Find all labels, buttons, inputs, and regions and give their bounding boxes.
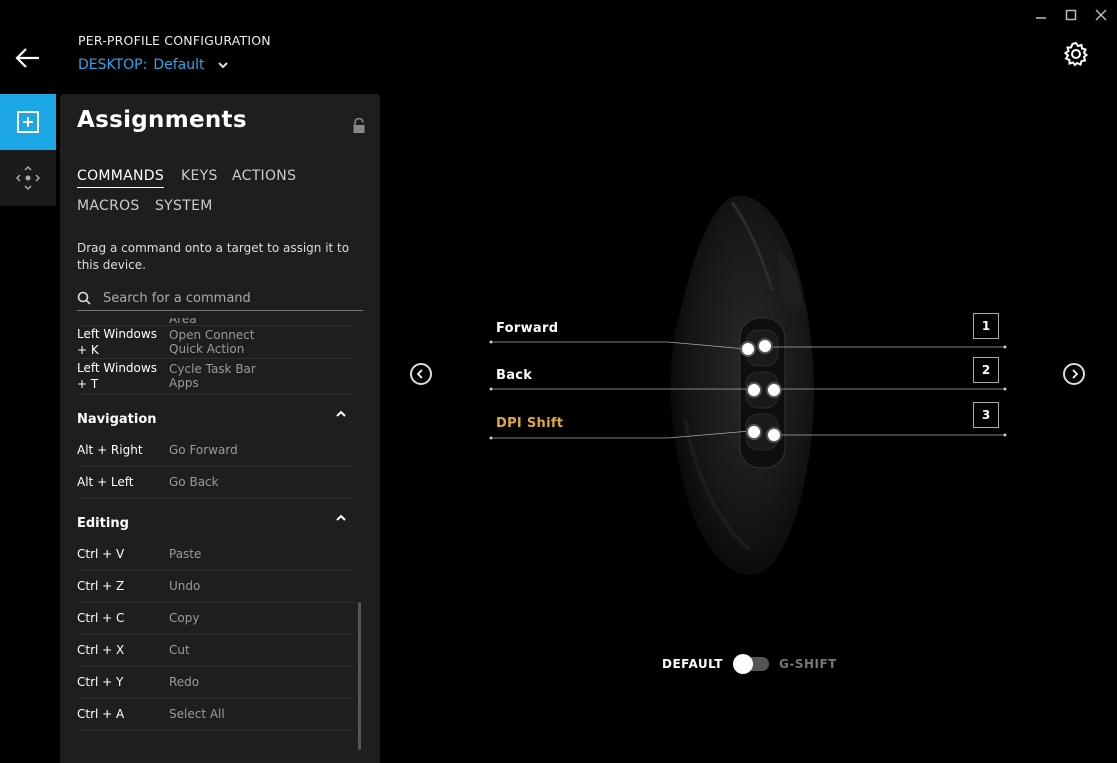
move-arrows-icon (15, 165, 41, 191)
chevron-up-icon (336, 410, 346, 417)
profile-selector[interactable]: DESKTOP: Default (78, 57, 229, 73)
left-rail (0, 94, 56, 206)
key-combo: Ctrl + C (77, 611, 125, 625)
assignments-tab-button[interactable] (0, 94, 56, 150)
tab-keys[interactable]: KEYS (181, 168, 218, 184)
button-number-1[interactable]: 1 (973, 313, 999, 339)
maximize-icon (1065, 9, 1077, 21)
gshift-toggle-group: DEFAULT G-SHIFT (662, 654, 837, 674)
button-label-dpi-shift[interactable]: DPI Shift (496, 416, 563, 431)
key-combo: Ctrl + Y (77, 675, 124, 689)
button-label-back[interactable]: Back (496, 368, 532, 383)
search-input[interactable] (101, 289, 355, 307)
list-item[interactable]: Ctrl + A Select All (77, 700, 353, 731)
list-item[interactable]: Ctrl + X Cut (77, 636, 353, 667)
panel-title: Assignments (77, 107, 247, 133)
list-item[interactable]: Ctrl + Z Undo (77, 572, 353, 603)
search-field[interactable] (77, 286, 363, 311)
toggle-label-gshift: G-SHIFT (779, 657, 837, 671)
close-button[interactable] (1092, 6, 1110, 24)
chevron-right-icon (1072, 369, 1079, 379)
back-button[interactable] (14, 44, 42, 72)
assignments-panel: Assignments COMMANDS KEYS ACTIONS MACROS… (60, 94, 380, 763)
list-item[interactable]: Ctrl + V Paste (77, 540, 353, 571)
key-combo: Left Windows + K (77, 327, 157, 357)
command-name: Select All (169, 707, 225, 721)
tab-macros[interactable]: MACROS (77, 198, 140, 214)
list-item[interactable]: Area (77, 318, 353, 326)
close-icon (1095, 9, 1107, 21)
list-item[interactable]: Alt + Left Go Back (77, 468, 353, 499)
maximize-button[interactable] (1062, 6, 1080, 24)
command-name: Redo (169, 675, 200, 689)
next-view-button[interactable] (1063, 363, 1085, 385)
minimize-icon (1036, 17, 1046, 19)
command-list: Area Left Windows + K Open Connect Quick… (60, 318, 380, 763)
add-square-icon (17, 111, 39, 133)
search-icon (77, 291, 91, 305)
section-navigation[interactable]: Navigation (77, 408, 353, 427)
command-name: Paste (169, 547, 202, 561)
button-hotspot-back[interactable] (746, 382, 762, 398)
section-title: Editing (77, 516, 129, 531)
list-item[interactable]: Ctrl + Y Redo (77, 668, 353, 699)
key-combo: Alt + Left (77, 475, 134, 489)
section-title: Navigation (77, 412, 157, 427)
chevron-down-icon (217, 62, 228, 69)
command-name: Undo (169, 579, 201, 593)
arrow-left-icon (15, 48, 39, 68)
gear-icon (1063, 41, 1089, 67)
command-name: Go Forward (169, 443, 238, 457)
page-title: PER-PROFILE CONFIGURATION (78, 33, 271, 48)
previous-view-button[interactable] (410, 363, 432, 385)
command-name: Cut (169, 643, 190, 657)
list-item[interactable]: Alt + Right Go Forward (77, 436, 353, 467)
button-label-forward[interactable]: Forward (496, 321, 558, 336)
button-hotspot-forward-2[interactable] (757, 338, 773, 354)
profile-label: DESKTOP: (78, 57, 148, 73)
lock-icon[interactable] (352, 118, 366, 134)
button-hotspot-dpi[interactable] (746, 424, 762, 440)
button-number-3[interactable]: 3 (973, 402, 999, 428)
key-combo: Ctrl + V (77, 547, 125, 561)
command-name: Copy (169, 611, 200, 625)
command-name: Go Back (169, 475, 219, 489)
button-number-2[interactable]: 2 (973, 357, 999, 383)
command-name: Cycle Task Bar Apps (169, 362, 256, 390)
settings-button[interactable] (1062, 40, 1090, 68)
list-item[interactable]: Left Windows + K Open Connect Quick Acti… (77, 326, 353, 359)
panel-scrollbar[interactable] (358, 602, 361, 750)
chevron-left-icon (416, 369, 423, 379)
list-item[interactable]: Left Windows + T Cycle Task Bar Apps (77, 360, 353, 395)
profile-name: Default (153, 57, 205, 73)
command-name: Open Connect Quick Action (169, 328, 255, 356)
gshift-toggle[interactable] (733, 654, 769, 674)
help-text: Drag a command onto a target to assign i… (77, 241, 350, 272)
section-editing[interactable]: Editing (77, 512, 353, 531)
toggle-label-default: DEFAULT (662, 657, 723, 671)
button-hotspot-forward[interactable] (740, 341, 756, 357)
button-hotspot-back-2[interactable] (766, 382, 782, 398)
pointer-settings-button[interactable] (0, 150, 56, 206)
minimize-button[interactable] (1032, 6, 1050, 24)
key-combo: Left Windows + T (77, 361, 157, 391)
button-hotspot-dpi-2[interactable] (766, 427, 782, 443)
key-combo: Alt + Right (77, 443, 143, 457)
key-combo: Ctrl + X (77, 643, 125, 657)
toggle-knob (733, 654, 753, 674)
list-item[interactable]: Ctrl + C Copy (77, 604, 353, 635)
key-combo: Ctrl + A (77, 707, 125, 721)
chevron-up-icon (336, 514, 346, 521)
tab-commands[interactable]: COMMANDS (77, 168, 165, 188)
key-combo: Ctrl + Z (77, 579, 125, 593)
tab-system[interactable]: SYSTEM (155, 198, 213, 214)
command-name: Area (169, 318, 197, 326)
tab-actions[interactable]: ACTIONS (232, 168, 296, 184)
